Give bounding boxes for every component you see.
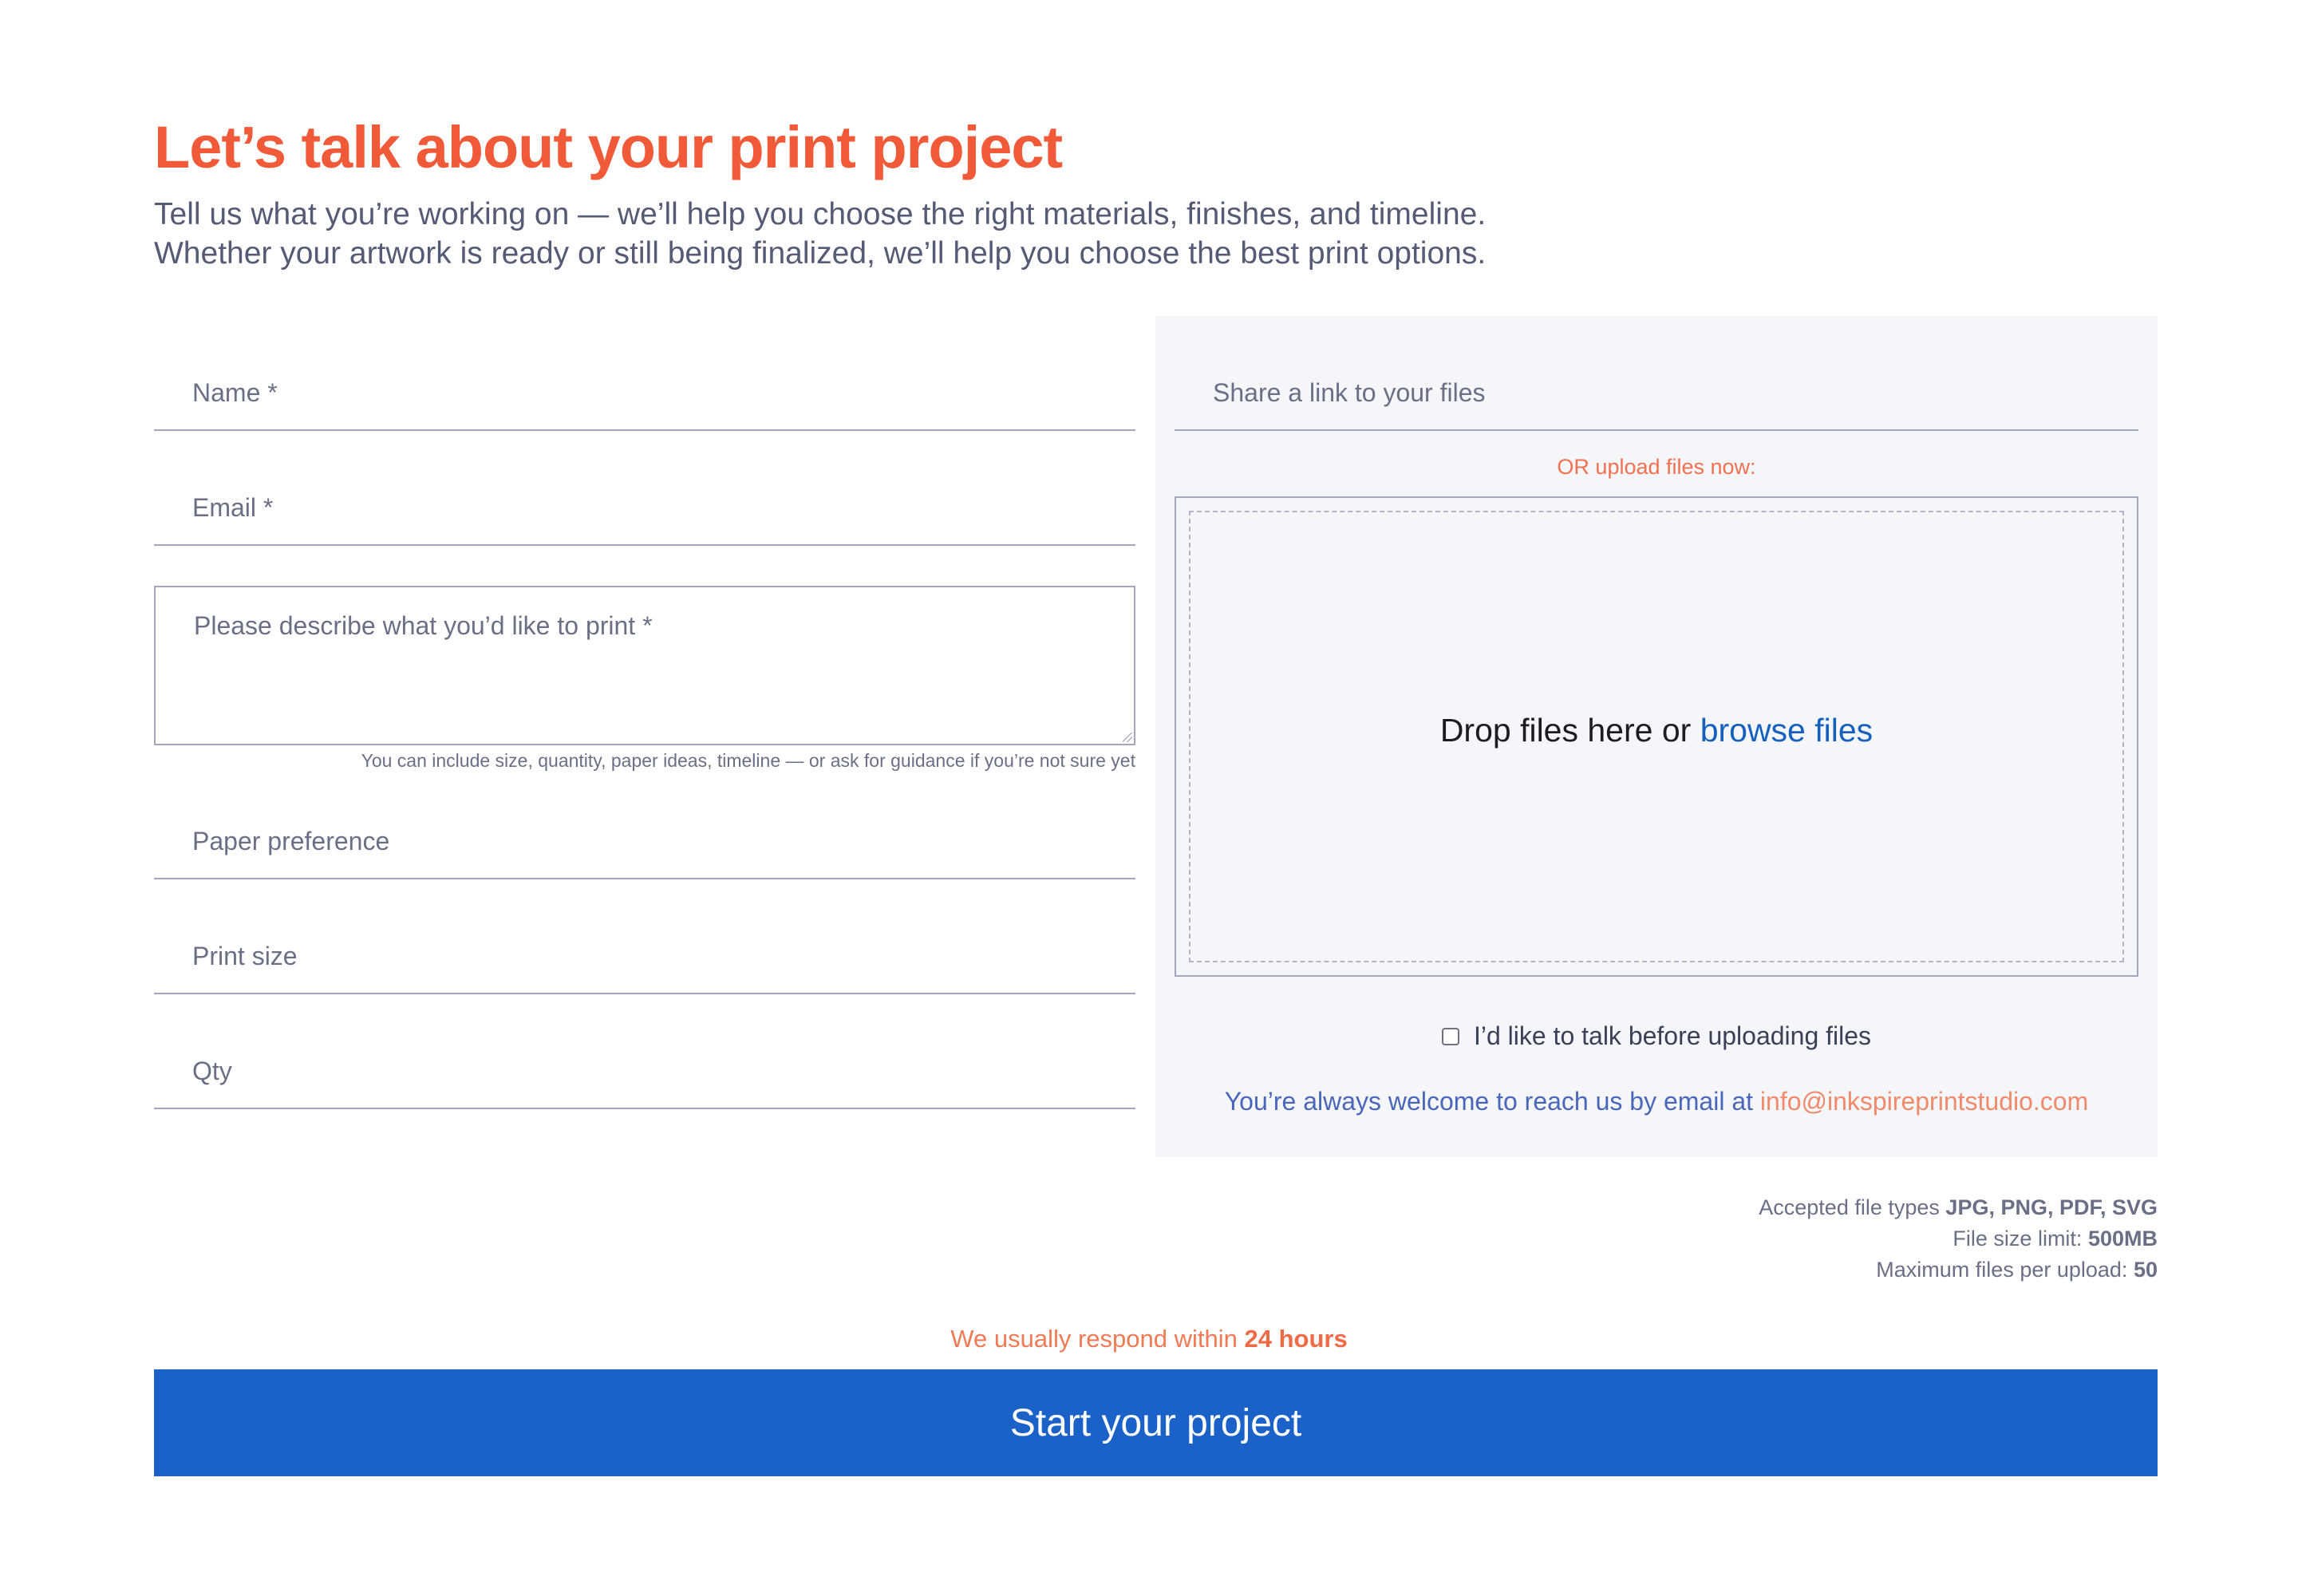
response-time-note: We usually respond within 24 hours [0,1325,2298,1353]
name-field[interactable]: Name * [154,316,1135,431]
browse-files-link[interactable]: browse files [1700,712,1873,749]
intro-line-1: Tell us what you’re working on — we’ll h… [154,197,1487,231]
contact-email-link[interactable]: info@inkspireprintstudio.com [1760,1087,2088,1116]
max-files-value: 50 [2133,1258,2158,1282]
email-field[interactable]: Email * [154,431,1135,546]
max-files-label: Maximum files per upload: [1876,1258,2128,1282]
talk-before-upload-checkbox[interactable] [1441,1027,1459,1045]
reach-text: You’re always welcome to reach us by ema… [1224,1087,1754,1116]
print-size-placeholder: Print size [192,942,298,970]
dropzone-dashed-border: Drop files here or browse files [1189,511,2124,962]
drop-text: Drop files here or [1439,712,1692,749]
or-upload-label: OR upload files now: [1557,455,1756,479]
paper-placeholder: Paper preference [192,827,390,855]
paper-preference-field[interactable]: Paper preference [154,764,1135,879]
file-size-label: File size limit: [1953,1227,2083,1250]
project-form-page: Let’s talk about your print project Tell… [0,0,2298,1596]
start-project-button[interactable]: Start your project [154,1369,2158,1476]
description-textarea[interactable]: Please describe what you’d like to print… [154,586,1135,745]
max-files-row: Maximum files per upload: 50 [1759,1254,2158,1286]
resize-handle-icon[interactable] [1123,733,1132,742]
name-placeholder: Name * [192,378,278,407]
intro-text: Tell us what you’re working on — we’ll h… [154,195,1486,273]
file-link-field[interactable]: Share a link to your files [1175,316,2138,431]
file-link-placeholder: Share a link to your files [1213,378,1486,407]
print-size-field[interactable]: Print size [154,879,1135,994]
intro-line-2: Whether your artwork is ready or still b… [154,236,1487,271]
email-contact-note: You’re always welcome to reach us by ema… [1155,1087,2158,1116]
file-dropzone[interactable]: Drop files here or browse files [1175,496,2138,977]
file-types-label: Accepted file types [1759,1195,1940,1219]
file-size-row: File size limit: 500MB [1759,1223,2158,1254]
talk-before-upload-row: I’d like to talk before uploading files [1155,1021,2158,1051]
email-placeholder: Email * [192,493,274,522]
respond-text: We usually respond within [950,1325,1238,1353]
qty-placeholder: Qty [192,1057,232,1085]
respond-value: 24 hours [1244,1325,1348,1353]
upload-panel: Share a link to your files OR upload fil… [1155,316,2158,1157]
description-placeholder: Please describe what you’d like to print… [194,611,653,640]
qty-field[interactable]: Qty [154,994,1135,1109]
file-types-value: JPG, PNG, PDF, SVG [1945,1195,2158,1219]
file-requirements: Accepted file types JPG, PNG, PDF, SVG F… [1759,1192,2158,1286]
file-types-row: Accepted file types JPG, PNG, PDF, SVG [1759,1192,2158,1223]
drop-instructions: Drop files here or browse files [1190,712,2122,749]
page-title: Let’s talk about your print project [154,114,1063,180]
talk-before-upload-label[interactable]: I’d like to talk before uploading files [1474,1021,1871,1051]
file-size-value: 500MB [2087,1227,2158,1250]
